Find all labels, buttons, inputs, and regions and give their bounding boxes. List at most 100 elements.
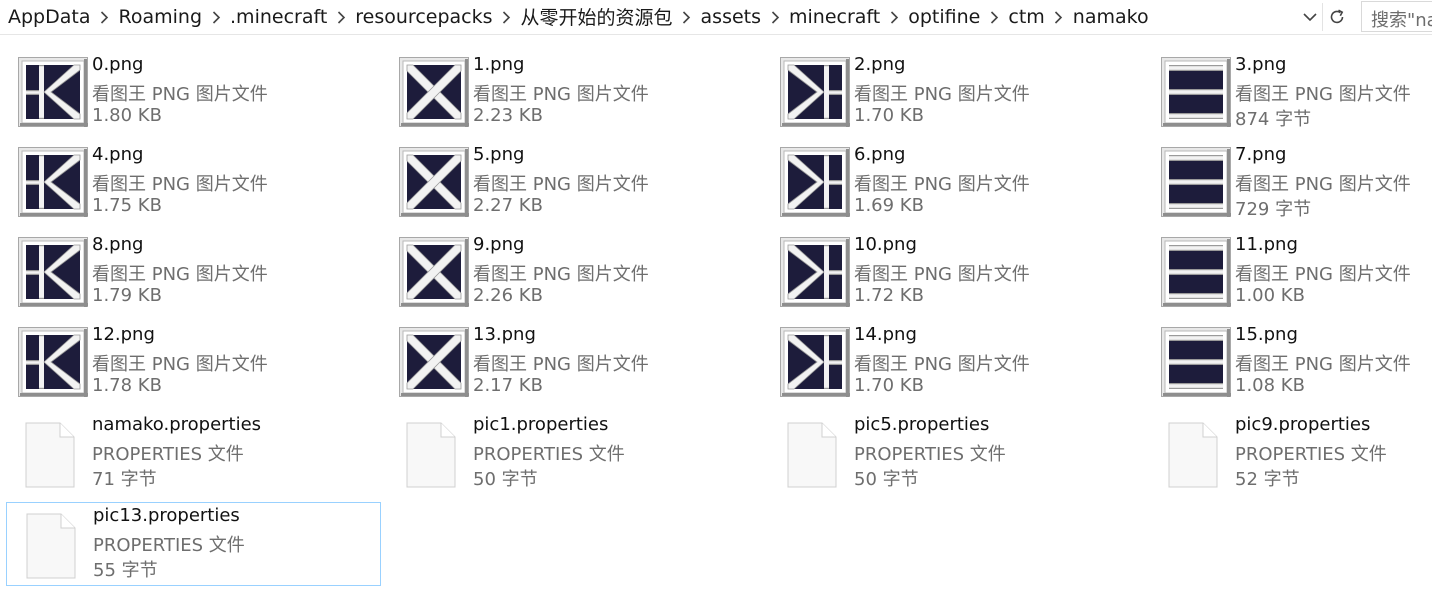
file-item[interactable]: 0.png 看图王 PNG 图片文件 1.80 KB	[6, 52, 381, 136]
file-item[interactable]: 13.png 看图王 PNG 图片文件 2.17 KB	[387, 322, 762, 406]
breadcrumb-item[interactable]: AppData	[8, 6, 91, 28]
file-item[interactable]: 5.png 看图王 PNG 图片文件 2.27 KB	[387, 142, 762, 226]
file-type: 看图王 PNG 图片文件	[92, 174, 268, 195]
file-name: 6.png	[854, 144, 906, 165]
breadcrumb-item[interactable]: 从零开始的资源包	[521, 3, 673, 30]
file-name: 1.png	[473, 54, 525, 75]
file-name: 7.png	[1235, 144, 1287, 165]
breadcrumb-item[interactable]: optifine	[908, 6, 980, 28]
file-item[interactable]: 8.png 看图王 PNG 图片文件 1.79 KB	[6, 232, 381, 316]
refresh-icon[interactable]	[1322, 3, 1350, 31]
file-type: 看图王 PNG 图片文件	[92, 354, 268, 375]
breadcrumb-item[interactable]: minecraft	[789, 6, 880, 28]
file-item[interactable]: 14.png 看图王 PNG 图片文件 1.70 KB	[768, 322, 1143, 406]
file-type: 看图王 PNG 图片文件	[473, 264, 649, 285]
file-size: 1.69 KB	[854, 195, 924, 216]
file-type: PROPERTIES 文件	[473, 444, 625, 465]
file-item[interactable]: 11.png 看图王 PNG 图片文件 1.00 KB	[1149, 232, 1432, 316]
file-item[interactable]: 15.png 看图王 PNG 图片文件 1.08 KB	[1149, 322, 1432, 406]
file-name: 3.png	[1235, 54, 1287, 75]
file-name: namako.properties	[92, 414, 262, 435]
file-name: 12.png	[92, 324, 155, 345]
chevron-right-icon[interactable]	[202, 6, 230, 28]
file-item[interactable]: 7.png 看图王 PNG 图片文件 729 字节	[1149, 142, 1432, 226]
breadcrumb-item[interactable]: resourcepacks	[355, 6, 492, 28]
file-type: 看图王 PNG 图片文件	[1235, 264, 1411, 285]
file-item[interactable]: 12.png 看图王 PNG 图片文件 1.78 KB	[6, 322, 381, 406]
breadcrumb-item[interactable]: .minecraft	[230, 6, 327, 28]
file-item[interactable]: namako.properties PROPERTIES 文件 71 字节	[6, 412, 381, 496]
image-thumbnail	[399, 147, 469, 217]
chevron-right-icon[interactable]	[980, 6, 1008, 28]
file-size: 729 字节	[1235, 199, 1312, 220]
file-item[interactable]: 3.png 看图王 PNG 图片文件 874 字节	[1149, 52, 1432, 136]
chevron-right-icon[interactable]	[493, 6, 521, 28]
file-name: pic1.properties	[473, 414, 609, 435]
image-thumbnail	[780, 147, 850, 217]
image-thumbnail	[1161, 57, 1231, 127]
file-type: 看图王 PNG 图片文件	[92, 264, 268, 285]
file-item[interactable]: 6.png 看图王 PNG 图片文件 1.69 KB	[768, 142, 1143, 226]
file-size: 50 字节	[854, 469, 919, 490]
breadcrumb-item[interactable]: namako	[1073, 6, 1149, 28]
file-type: PROPERTIES 文件	[93, 535, 245, 556]
file-name: 2.png	[854, 54, 906, 75]
chevron-right-icon[interactable]	[91, 6, 119, 28]
file-item[interactable]: pic9.properties PROPERTIES 文件 52 字节	[1149, 412, 1432, 496]
file-name: 10.png	[854, 234, 917, 255]
file-item[interactable]: 9.png 看图王 PNG 图片文件 2.26 KB	[387, 232, 762, 316]
file-item[interactable]: 1.png 看图王 PNG 图片文件 2.23 KB	[387, 52, 762, 136]
file-type: 看图王 PNG 图片文件	[92, 84, 268, 105]
file-type: PROPERTIES 文件	[1235, 444, 1387, 465]
file-type: 看图王 PNG 图片文件	[1235, 354, 1411, 375]
file-name: 15.png	[1235, 324, 1298, 345]
breadcrumb-item[interactable]: Roaming	[119, 6, 203, 28]
file-name: 8.png	[92, 234, 144, 255]
file-size: 55 字节	[93, 560, 158, 581]
file-type: 看图王 PNG 图片文件	[854, 264, 1030, 285]
file-name: 9.png	[473, 234, 525, 255]
file-size: 1.80 KB	[92, 105, 162, 126]
image-thumbnail	[1161, 327, 1231, 397]
file-name: 0.png	[92, 54, 144, 75]
image-thumbnail	[399, 237, 469, 307]
file-type: 看图王 PNG 图片文件	[854, 84, 1030, 105]
chevron-right-icon[interactable]	[327, 6, 355, 28]
file-name: 11.png	[1235, 234, 1298, 255]
image-thumbnail	[18, 57, 88, 127]
breadcrumb-item[interactable]: assets	[701, 6, 761, 28]
file-size: 2.23 KB	[473, 105, 543, 126]
chevron-right-icon[interactable]	[880, 6, 908, 28]
file-name: pic9.properties	[1235, 414, 1371, 435]
file-name: pic13.properties	[93, 505, 240, 526]
file-item[interactable]: pic1.properties PROPERTIES 文件 50 字节	[387, 412, 762, 496]
file-type: 看图王 PNG 图片文件	[854, 174, 1030, 195]
file-item[interactable]: 10.png 看图王 PNG 图片文件 1.72 KB	[768, 232, 1143, 316]
file-size: 2.27 KB	[473, 195, 543, 216]
file-item[interactable]: 2.png 看图王 PNG 图片文件 1.70 KB	[768, 52, 1143, 136]
search-input[interactable]: 搜索"na	[1361, 1, 1432, 32]
file-name: 14.png	[854, 324, 917, 345]
chevron-right-icon[interactable]	[1045, 6, 1073, 28]
file-size: 2.17 KB	[473, 375, 543, 396]
image-thumbnail	[780, 57, 850, 127]
file-item[interactable]: 4.png 看图王 PNG 图片文件 1.75 KB	[6, 142, 381, 226]
file-size: 1.00 KB	[1235, 285, 1305, 306]
file-size: 1.70 KB	[854, 105, 924, 126]
file-size: 1.72 KB	[854, 285, 924, 306]
file-item[interactable]: pic13.properties PROPERTIES 文件 55 字节	[6, 502, 381, 586]
file-item[interactable]: pic5.properties PROPERTIES 文件 50 字节	[768, 412, 1143, 496]
breadcrumb-item[interactable]: ctm	[1008, 6, 1044, 28]
address-bar: AppData Roaming .minecraft resourcepacks 从零开…	[0, 0, 1432, 35]
file-type: 看图王 PNG 图片文件	[473, 84, 649, 105]
chevron-right-icon[interactable]	[761, 6, 789, 28]
chevron-down-icon[interactable]	[1298, 5, 1322, 29]
file-size: 2.26 KB	[473, 285, 543, 306]
image-thumbnail	[399, 327, 469, 397]
file-size: 1.70 KB	[854, 375, 924, 396]
image-thumbnail	[18, 147, 88, 217]
chevron-right-icon[interactable]	[673, 6, 701, 28]
image-thumbnail	[399, 57, 469, 127]
file-size: 71 字节	[92, 469, 157, 490]
file-name: pic5.properties	[854, 414, 990, 435]
